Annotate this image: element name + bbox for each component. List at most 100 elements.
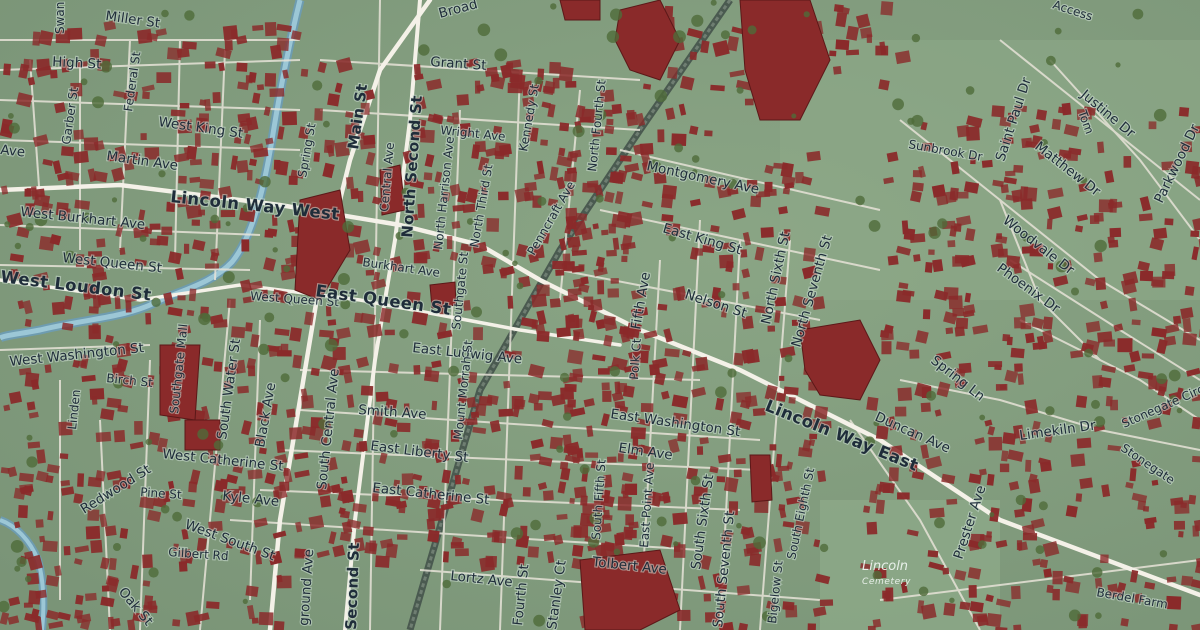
building — [1100, 554, 1109, 564]
tree — [937, 218, 948, 229]
building — [385, 543, 398, 559]
building — [75, 594, 84, 605]
building — [1079, 477, 1093, 490]
building — [1105, 395, 1113, 407]
building — [605, 147, 617, 156]
tree — [1091, 567, 1103, 578]
building — [986, 531, 992, 538]
building — [558, 66, 574, 82]
building — [413, 63, 421, 75]
building — [204, 61, 216, 69]
building — [969, 601, 984, 613]
tree — [610, 8, 623, 21]
tree — [934, 517, 945, 529]
building — [273, 159, 281, 170]
tree — [530, 519, 541, 531]
tree — [324, 338, 338, 352]
building — [736, 458, 746, 465]
building — [608, 223, 616, 234]
building — [556, 513, 568, 520]
building — [779, 375, 785, 381]
building — [1166, 576, 1177, 583]
building — [621, 255, 628, 263]
building — [514, 465, 523, 480]
tree — [926, 390, 937, 401]
building — [339, 510, 350, 519]
tree — [819, 543, 829, 553]
building — [601, 229, 609, 236]
building — [1019, 303, 1036, 318]
building — [1182, 317, 1192, 333]
tree — [855, 195, 865, 206]
building — [168, 251, 182, 265]
tree — [918, 586, 929, 597]
tree — [502, 249, 510, 257]
building — [340, 489, 355, 504]
building — [375, 391, 389, 402]
building — [677, 432, 687, 442]
building — [1097, 331, 1113, 343]
tree — [111, 197, 118, 203]
building — [188, 288, 197, 302]
map-canvas[interactable]: Miller St Grant St High St Broad West Ki… — [0, 0, 1200, 630]
tree — [222, 271, 235, 284]
building — [767, 325, 776, 332]
tree — [25, 223, 34, 231]
building — [895, 341, 910, 351]
tree — [510, 527, 524, 540]
building — [580, 227, 593, 241]
building — [723, 476, 739, 493]
building — [427, 529, 440, 543]
building — [920, 402, 931, 413]
building — [1178, 531, 1184, 538]
building — [567, 399, 576, 408]
building — [522, 487, 531, 497]
label-polk-ct: Polk Ct — [627, 338, 644, 381]
building — [558, 147, 566, 157]
building — [442, 551, 449, 563]
building — [909, 233, 926, 243]
building — [569, 497, 575, 505]
building — [1013, 164, 1024, 173]
building — [860, 27, 873, 39]
building — [1019, 186, 1029, 200]
building — [536, 330, 550, 342]
building — [505, 62, 514, 70]
tree — [791, 113, 797, 119]
building — [177, 295, 186, 301]
building — [241, 239, 250, 252]
building — [486, 217, 500, 232]
tree — [654, 89, 668, 103]
building — [1173, 315, 1182, 325]
building — [585, 452, 599, 458]
building — [507, 295, 514, 309]
building — [875, 45, 889, 56]
building — [456, 94, 470, 106]
building — [273, 620, 285, 630]
building — [574, 486, 587, 499]
building — [1010, 347, 1025, 359]
building — [96, 238, 106, 248]
building — [945, 327, 954, 335]
building — [45, 575, 60, 587]
building — [819, 599, 834, 607]
building — [1139, 270, 1154, 282]
building — [231, 326, 246, 339]
building — [782, 187, 791, 195]
building — [1085, 320, 1101, 333]
tree — [312, 80, 323, 91]
building — [473, 327, 483, 341]
building — [968, 585, 977, 598]
building — [18, 472, 35, 483]
building — [1025, 459, 1032, 472]
building — [1093, 252, 1103, 263]
building — [205, 263, 219, 269]
building — [45, 475, 54, 484]
building — [145, 312, 152, 325]
tree — [720, 30, 730, 40]
tree — [258, 343, 270, 355]
building — [222, 25, 239, 41]
building — [567, 349, 584, 365]
building — [494, 142, 511, 158]
building — [559, 122, 570, 132]
